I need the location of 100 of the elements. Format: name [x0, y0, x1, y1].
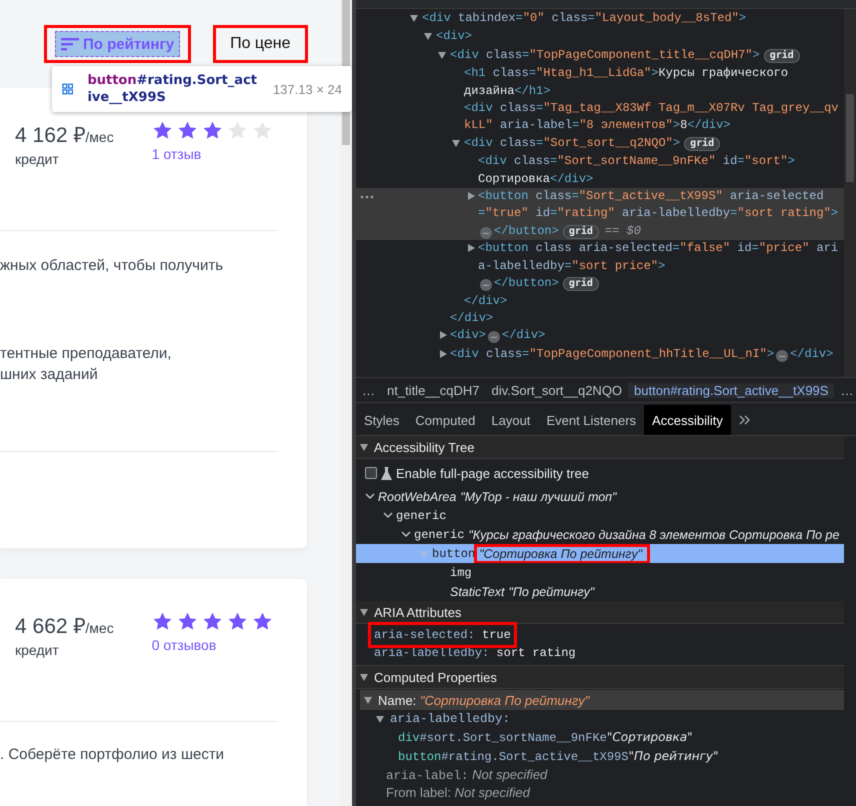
accessibility-node[interactable]: RootWebArea [378, 490, 456, 504]
more-icon[interactable] [360, 195, 374, 200]
code-line[interactable]: <div class="Sort_sort__q2NQO"> [464, 134, 680, 152]
code-line[interactable]: <button class="Sort_active__tX99S" aria-selected ="true" id="rating" aria-labelledby="sort rating"> [478, 188, 844, 223]
node-name: "MyTop - наш лучший топ" [460, 490, 616, 504]
breadcrumb-item[interactable]: div.Sort_sort__q2NQO [486, 382, 628, 398]
node-name: "По рейтингу" [508, 584, 594, 598]
panel-tab[interactable]: Accessibility [644, 405, 731, 435]
grid-badge[interactable]: grid [562, 277, 599, 292]
star-icon [152, 611, 173, 632]
reviews-link[interactable]: 0 отзывов [152, 637, 273, 653]
elements-scrollbar[interactable] [844, 9, 856, 377]
accessibility-node[interactable]: generic [396, 508, 446, 522]
panel-tab[interactable]: Event Listeners [538, 405, 644, 435]
code-line[interactable]: <div class="TopPageComponent_hhTitle__UL_nI"> [450, 346, 774, 364]
section-title[interactable]: Accessibility Tree [374, 440, 474, 454]
section-title[interactable]: Computed Properties [374, 670, 497, 684]
expand-arrow-icon[interactable] [440, 350, 447, 358]
code-line[interactable]: <div> [436, 28, 472, 46]
collapse-arrow-icon[interactable] [410, 15, 418, 22]
aria-attribute: aria-labelledby: sort rating [373, 645, 577, 662]
accessibility-node[interactable]: StaticText [450, 584, 504, 598]
label-source[interactable]: button#rating.Sort_active__tX99S"По рейтингу" [356, 747, 719, 766]
chevron-down-icon[interactable] [383, 512, 393, 519]
reviews-link[interactable]: 1 отзыв [152, 146, 273, 162]
breadcrumb-item[interactable]: … [834, 382, 856, 398]
computed-name: Name: "Сортировка По рейтингу" [378, 692, 590, 708]
property-row-text: aria-label: Not specified [385, 766, 548, 784]
grid-badge[interactable]: grid [562, 224, 599, 239]
collapse-arrow-icon[interactable] [364, 696, 372, 704]
price-note: кредит [15, 151, 60, 167]
accessibility-node[interactable]: generic [414, 528, 464, 542]
panel-tab[interactable]: Layout [483, 405, 538, 435]
node-name: "Курсы графического дизайна 8 элементов Сортировка По ре [468, 528, 840, 542]
checkbox-label[interactable]: Enable full-page accessibility tree [396, 466, 589, 480]
collapse-arrow-icon[interactable] [452, 140, 460, 147]
property-label: aria-labelledby: [390, 712, 510, 726]
breadcrumb-item[interactable]: button#rating.Sort_active__tX99S [628, 382, 834, 398]
collapse-arrow-icon[interactable] [438, 52, 446, 59]
property-row-text: From label: Not specified [385, 784, 530, 802]
code-line[interactable]: </button> [494, 275, 559, 292]
section-title[interactable]: ARIA Attributes [374, 604, 462, 620]
course-description: . Соберёте портфолио из шести [0, 745, 226, 765]
chevron-down-icon[interactable] [365, 493, 375, 500]
star-icon [252, 120, 273, 141]
code-line[interactable]: <div tabindex="0" class="Layout_body__8sTed"> [422, 10, 746, 28]
expand-arrow-icon[interactable] [468, 244, 475, 252]
sort-button[interactable]: По цене [224, 31, 297, 57]
code-line[interactable]: <button class aria-selected="false" id="price" aria-labelledby="sort price"> [478, 240, 844, 276]
star-icon [176, 120, 198, 141]
label-source[interactable]: div#sort.Sort_sortName__9nFKe"Сортировка" [356, 728, 693, 747]
star-icon [226, 611, 248, 632]
price-note: кредит [15, 642, 60, 658]
code-line: </div> [450, 310, 494, 327]
grid-badge[interactable]: grid [684, 136, 720, 151]
collapsed-content[interactable]: … [776, 350, 788, 362]
element-size: 137.13 × 24 [272, 82, 342, 96]
checkbox[interactable] [365, 467, 377, 479]
course-description: тентные преподаватели, шних заданий [0, 344, 172, 385]
grid-badge[interactable]: grid [764, 48, 800, 63]
more-tabs-icon[interactable] [738, 415, 751, 425]
collapse-arrow-icon[interactable] [360, 674, 368, 680]
panel-tab[interactable]: Styles [356, 405, 408, 435]
element-selector: button#rating.Sort_active__tX99S [87, 72, 258, 106]
collapse-arrow-icon[interactable] [376, 716, 384, 722]
code-line[interactable]: <div class="Tag_tag__X83Wf Tag_m__X07Rv Tag_grey__qvkLL" aria-label="8 элементов">8</div> [464, 100, 844, 135]
breadcrumb-item[interactable]: … [356, 382, 381, 398]
chevron-down-icon[interactable] [401, 531, 411, 538]
page-scrollbar[interactable] [340, 0, 352, 806]
collapse-arrow-icon[interactable] [424, 33, 432, 40]
star-icon [202, 120, 223, 141]
collapse-arrow-icon[interactable] [360, 608, 368, 616]
expand-arrow-icon[interactable] [440, 331, 447, 340]
expand-arrow-icon[interactable] [468, 192, 475, 200]
grid-icon [62, 83, 74, 95]
code-line[interactable]: <div> [450, 327, 486, 345]
collapsed-content[interactable]: … [480, 226, 492, 239]
code-line[interactable]: </button> [494, 222, 559, 240]
code-line[interactable]: <div class="TopPageComponent_title__cqDH7"> [450, 46, 760, 64]
breadcrumb-item[interactable]: nt_title__cqDH7 [381, 382, 486, 398]
node-name: "Сортировка По рейтингу" [479, 546, 642, 560]
panel-tab[interactable]: Computed [407, 405, 484, 435]
star-icon [176, 611, 198, 632]
accessibility-node[interactable]: button [432, 546, 476, 560]
price: 4 662 ₽/мес [15, 614, 114, 639]
code-line[interactable]: <div class="Sort_sortName__9nFKe" id="sort"> Сортировка</div> [478, 153, 844, 188]
code-line[interactable]: <h1 class="Htag_h1__LidGa">Курсы графического дизайна</h1> [464, 65, 844, 100]
star-icon [202, 611, 223, 632]
star-icon [152, 120, 173, 141]
collapsed-content[interactable]: … [488, 331, 500, 344]
code-line[interactable]: </div> [502, 327, 546, 345]
code-line: </div> [464, 292, 508, 310]
accessibility-node[interactable]: img [450, 566, 472, 580]
star-icon [252, 611, 273, 632]
collapse-arrow-icon[interactable] [360, 444, 368, 450]
course-description: жных областей, чтобы получить [0, 256, 224, 276]
collapsed-content[interactable]: … [480, 279, 492, 292]
experiment-icon [381, 466, 392, 480]
price: 4 162 ₽/мес [15, 123, 114, 148]
code-line[interactable]: </div> [790, 346, 834, 364]
